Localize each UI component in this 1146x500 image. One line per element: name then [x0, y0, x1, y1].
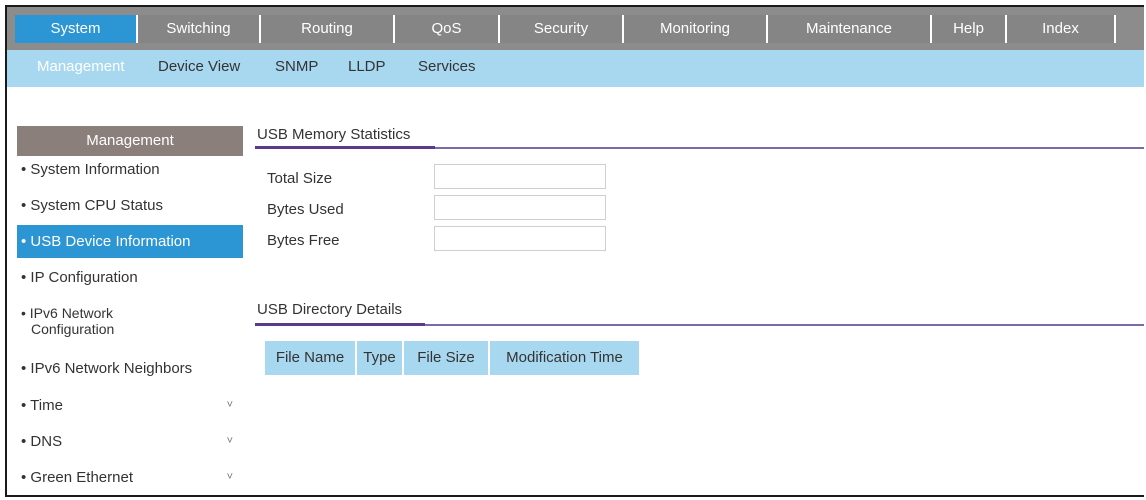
column-header-file-size[interactable]: File Size — [404, 341, 490, 375]
chevron-down-icon: ˅ — [226, 399, 233, 411]
sidebar-item-label: • IPv6 Network — [21, 305, 114, 321]
sidebar-header: Management — [17, 126, 243, 156]
bytes-free-field — [434, 226, 606, 251]
sidebar-item-ip-configuration[interactable]: • IP Configuration — [17, 269, 243, 286]
sidebar-item-label: • Green Ethernet — [21, 469, 133, 486]
subnav-device-view[interactable]: Device View — [158, 58, 240, 75]
sidebar-item-dns[interactable]: • DNS ˅ — [17, 433, 243, 450]
bytes-used-field — [434, 195, 606, 220]
tab-switching[interactable]: Switching — [138, 15, 261, 43]
bytes-free-label: Bytes Free — [267, 232, 340, 249]
tab-qos[interactable]: QoS — [395, 15, 500, 43]
total-size-label: Total Size — [267, 170, 333, 187]
sidebar-item-green-ethernet[interactable]: • Green Ethernet ˅ — [17, 469, 243, 486]
sidebar-item-label: • System CPU Status — [21, 197, 163, 214]
sidebar-item-label: • IP Configuration — [21, 269, 138, 286]
bytes-used-label: Bytes Used — [267, 201, 344, 218]
column-header-type[interactable]: Type — [357, 341, 404, 375]
column-header-modification-time[interactable]: Modification Time — [490, 341, 639, 375]
sidebar-item-system-cpu-status[interactable]: • System CPU Status — [17, 197, 243, 214]
sidebar-item-label: • System Information — [21, 161, 160, 178]
total-size-field — [434, 164, 606, 189]
directory-table-header: File Name Type File Size Modification Ti… — [265, 341, 639, 375]
tab-system[interactable]: System — [15, 15, 138, 43]
tab-help[interactable]: Help — [932, 15, 1007, 43]
chevron-down-icon: ˅ — [226, 435, 233, 447]
tab-maintenance[interactable]: Maintenance — [768, 15, 932, 43]
section-divider — [255, 146, 1144, 149]
sidebar-item-time[interactable]: • Time ˅ — [17, 397, 243, 414]
usb-directory-details-title: USB Directory Details — [257, 301, 403, 318]
subnav-lldp[interactable]: LLDP — [348, 58, 386, 75]
tab-index[interactable]: Index — [1007, 15, 1116, 43]
subnav-services[interactable]: Services — [418, 58, 476, 75]
column-header-file-name[interactable]: File Name — [265, 341, 357, 375]
sidebar-item-label-line2: Configuration — [31, 321, 115, 337]
sidebar-item-ipv6-network-neighbors[interactable]: • IPv6 Network Neighbors — [17, 360, 243, 377]
sidebar-item-label: • IPv6 Network Neighbors — [21, 360, 193, 377]
top-nav: System Switching Routing QoS Security Mo… — [7, 7, 1144, 50]
section-divider — [255, 323, 1144, 326]
sidebar-item-label: • USB Device Information — [21, 233, 191, 250]
tab-monitoring[interactable]: Monitoring — [624, 15, 768, 43]
sidebar-item-usb-device-information[interactable]: • USB Device Information — [17, 225, 243, 258]
sidebar-item-label: • Time — [21, 397, 63, 414]
chevron-down-icon: ˅ — [226, 471, 233, 483]
app-frame: System Switching Routing QoS Security Mo… — [5, 5, 1144, 497]
subnav-management[interactable]: Management — [37, 58, 125, 75]
tab-routing[interactable]: Routing — [261, 15, 395, 43]
sidebar-item-system-information[interactable]: • System Information — [17, 161, 243, 178]
tab-security[interactable]: Security — [500, 15, 624, 43]
sidebar-item-ipv6-network-configuration[interactable]: • IPv6 Network Configuration — [17, 305, 243, 337]
usb-memory-statistics-title: USB Memory Statistics — [257, 126, 411, 143]
sub-nav: Management Device View SNMP LLDP Service… — [7, 50, 1144, 87]
subnav-snmp[interactable]: SNMP — [275, 58, 318, 75]
sidebar-item-label: • DNS — [21, 433, 63, 450]
